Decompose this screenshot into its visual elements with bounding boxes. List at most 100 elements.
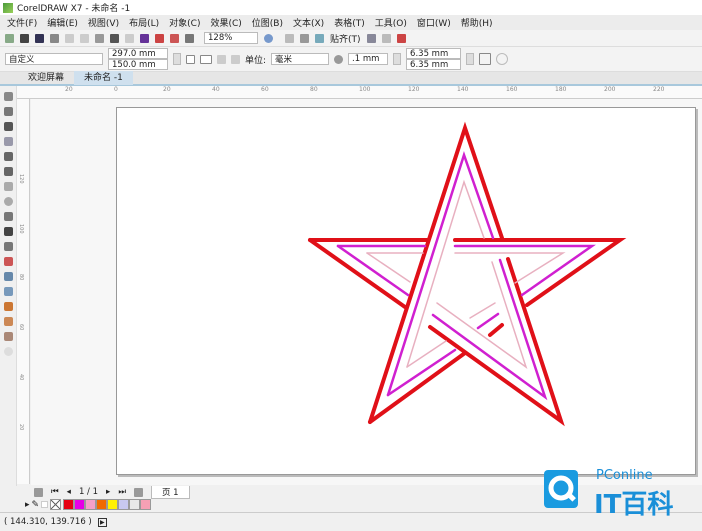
star-stroke[interactable]: [488, 323, 504, 337]
tab-document[interactable]: 未命名 -1: [74, 71, 133, 85]
zoom-icon[interactable]: [264, 33, 273, 43]
crop-tool-icon[interactable]: [4, 122, 13, 131]
menu-help[interactable]: 帮助(H): [461, 16, 493, 29]
prev-page-icon[interactable]: ◂: [67, 487, 71, 497]
color-swatch[interactable]: [118, 499, 130, 510]
welcome-icon[interactable]: [396, 33, 406, 43]
shape-tool-icon[interactable]: [4, 107, 13, 116]
menu-view[interactable]: 视图(V): [88, 16, 119, 29]
nudge-spinner[interactable]: [393, 53, 402, 65]
menu-effects[interactable]: 效果(C): [210, 16, 241, 29]
star-stroke[interactable]: [453, 238, 627, 307]
color-swatch[interactable]: [129, 499, 141, 510]
drawing-canvas[interactable]: [31, 99, 702, 485]
export-icon[interactable]: [155, 33, 164, 43]
app-launcher-icon[interactable]: [185, 33, 194, 43]
units-select[interactable]: 毫米: [271, 53, 330, 65]
drop-shadow-tool-icon[interactable]: [4, 272, 13, 281]
grid-icon[interactable]: [300, 33, 309, 43]
next-page-icon[interactable]: ▸: [106, 487, 110, 497]
rulers-icon[interactable]: [285, 33, 294, 43]
play-icon[interactable]: ▶: [97, 517, 107, 527]
star-stroke[interactable]: [476, 312, 500, 330]
page-preset-select[interactable]: 自定义: [5, 53, 103, 65]
options-icon[interactable]: [366, 33, 376, 43]
portrait-icon[interactable]: [186, 54, 195, 64]
no-fill-small-icon[interactable]: [41, 501, 49, 508]
menu-layout[interactable]: 布局(L): [129, 16, 159, 29]
star-stroke[interactable]: [406, 340, 447, 368]
publish-icon[interactable]: [170, 33, 179, 43]
undo-icon[interactable]: [110, 33, 119, 43]
new-icon[interactable]: [5, 33, 14, 43]
tab-welcome[interactable]: 欢迎屏幕: [18, 71, 74, 85]
menu-bitmaps[interactable]: 位图(B): [252, 16, 283, 29]
print-icon[interactable]: [50, 33, 59, 43]
align-icon[interactable]: [381, 33, 391, 43]
landscape-icon[interactable]: [200, 54, 212, 64]
page-tab[interactable]: 页 1: [150, 485, 190, 499]
add-page-after-icon[interactable]: [133, 487, 143, 497]
menu-file[interactable]: 文件(F): [7, 16, 37, 29]
polygon-tool-icon[interactable]: [4, 212, 13, 221]
transparency-tool-icon[interactable]: [4, 287, 13, 296]
copy-icon[interactable]: [80, 33, 89, 43]
snap-to-dropdown[interactable]: 贴齐(T): [330, 32, 361, 45]
dimension-tool-icon[interactable]: [4, 242, 13, 251]
nudge-input[interactable]: .1 mm: [348, 53, 389, 65]
dup-x-input[interactable]: 6.35 mm: [406, 48, 462, 59]
menu-tools[interactable]: 工具(O): [375, 16, 407, 29]
star-stroke[interactable]: [428, 257, 565, 427]
paste-icon[interactable]: [95, 33, 104, 43]
current-page-icon[interactable]: [231, 54, 240, 64]
redo-icon[interactable]: [125, 33, 134, 43]
color-swatch[interactable]: [107, 499, 119, 510]
menu-text[interactable]: 文本(X): [293, 16, 324, 29]
treat-as-filled-icon[interactable]: [496, 53, 509, 65]
menu-table[interactable]: 表格(T): [334, 16, 365, 29]
guidelines-icon[interactable]: [315, 33, 324, 43]
first-page-icon[interactable]: ⏮: [51, 487, 59, 497]
menu-edit[interactable]: 编辑(E): [47, 16, 78, 29]
open-icon[interactable]: [20, 33, 29, 43]
star-stroke[interactable]: [308, 238, 407, 309]
no-color-swatch[interactable]: [50, 499, 62, 510]
page-height-input[interactable]: 150.0 mm: [108, 59, 168, 70]
all-pages-icon[interactable]: [217, 54, 226, 64]
save-icon[interactable]: [35, 33, 44, 43]
cut-icon[interactable]: [65, 33, 74, 43]
star-stroke[interactable]: [368, 351, 467, 424]
eyedropper-icon[interactable]: ✎: [32, 500, 40, 510]
smart-fill-icon[interactable]: [4, 332, 13, 341]
dup-y-input[interactable]: 6.35 mm: [406, 59, 462, 70]
freehand-tool-icon[interactable]: [4, 152, 13, 161]
add-tool-icon[interactable]: [4, 347, 13, 356]
page-width-input[interactable]: 297.0 mm: [108, 48, 168, 59]
horizontal-ruler[interactable]: 20 0 20 40 60 80 100 120 140 160 180 200 220: [17, 86, 702, 99]
last-page-icon[interactable]: ⏭: [118, 487, 126, 497]
ellipse-tool-icon[interactable]: [4, 197, 13, 206]
palette-menu-icon[interactable]: ▸: [25, 500, 30, 510]
connector-tool-icon[interactable]: [4, 257, 13, 266]
import-icon[interactable]: [140, 33, 149, 43]
page-size-spinner[interactable]: [173, 53, 181, 65]
star-drawing[interactable]: [31, 99, 702, 485]
rectangle-tool-icon[interactable]: [4, 182, 13, 191]
interactive-fill-icon[interactable]: [4, 317, 13, 326]
vertical-ruler[interactable]: 120 100 80 60 40 20: [17, 99, 30, 484]
artistic-media-icon[interactable]: [4, 167, 13, 176]
color-swatch[interactable]: [63, 499, 75, 510]
text-tool-icon[interactable]: [4, 227, 13, 236]
eyedropper-tool-icon[interactable]: [4, 302, 13, 311]
zoom-tool-icon[interactable]: [4, 137, 13, 146]
star-stroke[interactable]: [469, 302, 496, 319]
pick-tool-icon[interactable]: [4, 92, 13, 101]
menu-object[interactable]: 对象(C): [169, 16, 200, 29]
color-swatch[interactable]: [96, 499, 108, 510]
menu-window[interactable]: 窗口(W): [417, 16, 451, 29]
color-swatch[interactable]: [140, 499, 152, 510]
star-stroke[interactable]: [366, 252, 411, 283]
page-border-icon[interactable]: [479, 53, 492, 65]
dup-spinner[interactable]: [466, 53, 475, 65]
color-swatch[interactable]: [85, 499, 97, 510]
